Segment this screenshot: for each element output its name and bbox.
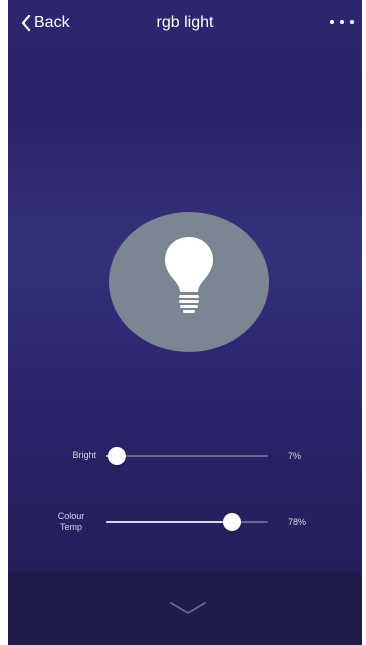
app-screen: Back rgb light Bright 7% Colour Temp 78% — [8, 0, 362, 645]
colour-temp-label: Colour Temp — [57, 511, 85, 532]
chevron-down-icon — [170, 602, 206, 614]
lightbulb-icon — [165, 237, 213, 313]
brightness-thumb[interactable] — [108, 447, 127, 465]
more-dots-icon[interactable] — [330, 14, 354, 30]
bottom-panel — [8, 572, 362, 645]
dot — [350, 20, 354, 24]
colour-temp-value: 78% — [288, 517, 307, 527]
brightness-track[interactable] — [106, 455, 268, 457]
brightness-slider-row: Bright 7% — [8, 436, 362, 476]
brightness-label: Bright — [72, 450, 96, 460]
colour-temp-thumb[interactable] — [223, 513, 242, 531]
dot — [330, 20, 334, 24]
colour-temp-track[interactable] — [106, 521, 268, 523]
dot — [340, 20, 344, 24]
navigation-bar: Back rgb light — [8, 0, 362, 46]
brightness-value: 7% — [288, 451, 302, 461]
colour-temp-slider-row: Colour Temp 78% — [8, 502, 362, 542]
light-toggle-button[interactable] — [109, 212, 269, 352]
collapse-button[interactable] — [168, 600, 208, 616]
page-title: rgb light — [156, 14, 214, 31]
colour-temp-track-fill — [106, 521, 233, 523]
